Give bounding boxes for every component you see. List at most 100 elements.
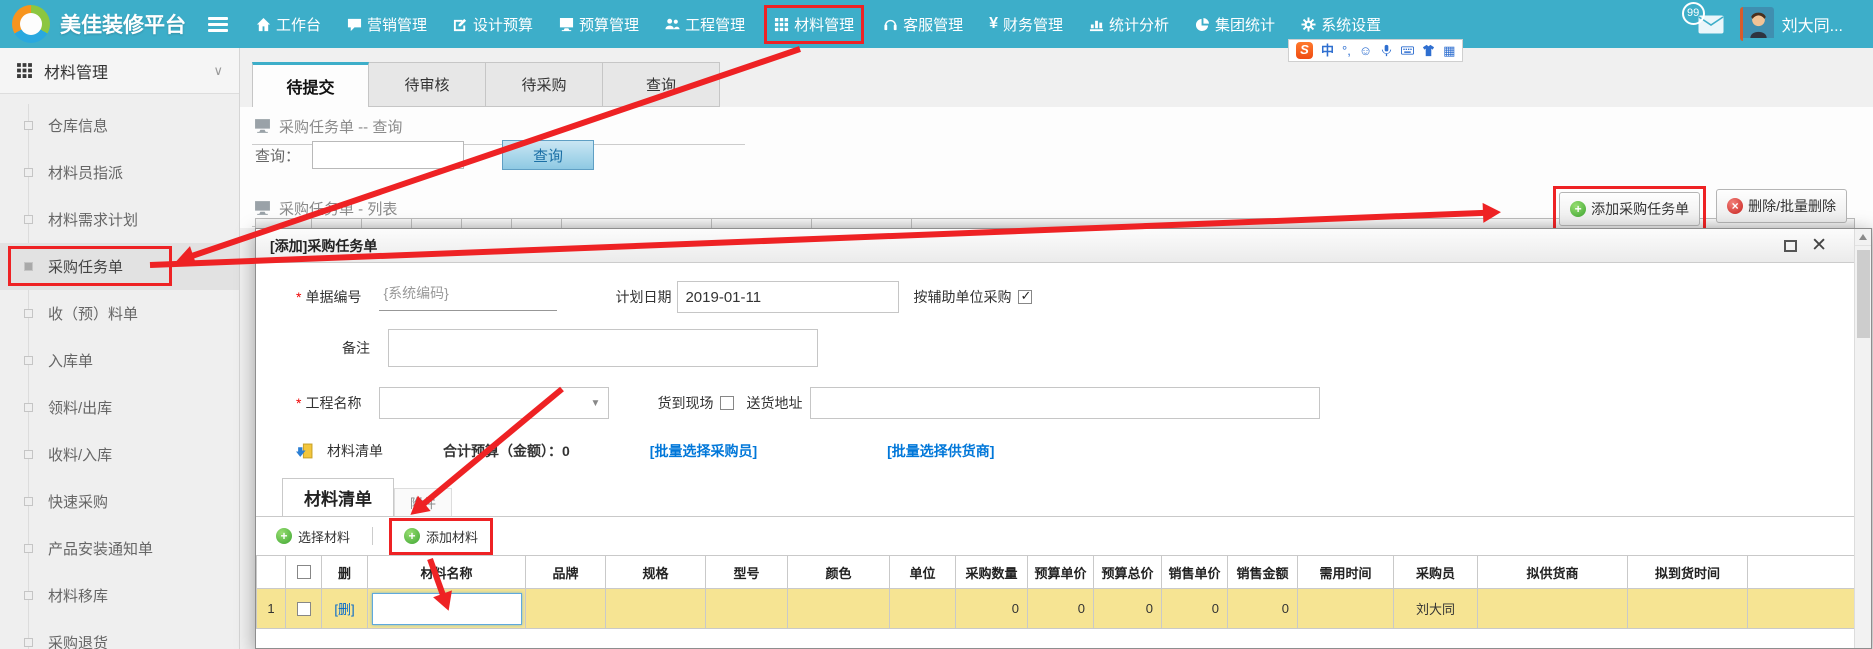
nav-item-budget-management[interactable]: 预算管理 <box>559 14 639 35</box>
aux-purchase-checkbox[interactable] <box>1018 290 1032 304</box>
list-action-buttons: + 添加采购任务单 × 删除/批量删除 <box>1553 186 1847 232</box>
tab-pending-review[interactable]: 待审核 <box>369 62 486 107</box>
row-checkbox[interactable] <box>297 602 311 616</box>
sidebar-item-warehouse-info[interactable]: 仓库信息 <box>0 102 239 149</box>
sidebar-item-product-install-notice[interactable]: 产品安装通知单 <box>0 525 239 572</box>
cell-select <box>286 589 322 629</box>
sidebar-item-material-staff-assign[interactable]: 材料员指派 <box>0 149 239 196</box>
query-input[interactable] <box>312 141 464 169</box>
cell-color <box>788 589 890 629</box>
arrive-site-checkbox[interactable] <box>720 396 734 410</box>
delivery-address-input[interactable] <box>810 387 1320 419</box>
nav-item-workbench[interactable]: 工作台 <box>256 14 321 35</box>
add-material-button[interactable]: + 添加材料 <box>398 523 484 550</box>
nav-item-customer-service[interactable]: 客服管理 <box>883 14 963 35</box>
total-budget-text: 合计预算（金额）：0 <box>443 441 570 461</box>
nav-label: 客服管理 <box>903 14 963 35</box>
sidebar-item-material-inbound[interactable]: 收料/入库 <box>0 431 239 478</box>
tab-pending-submit[interactable]: 待提交 <box>252 62 369 107</box>
query-button[interactable]: 查询 <box>502 140 594 170</box>
dialog-scrollbar[interactable] <box>1854 229 1871 648</box>
messages-button[interactable]: 99 <box>1698 15 1724 34</box>
order-no-label: 单据编号 <box>305 287 361 307</box>
batch-select-buyer-link[interactable]: [批量选择采购员] <box>650 441 757 461</box>
tab-label: 待采购 <box>521 74 566 95</box>
keyboard-icon[interactable] <box>1401 44 1414 57</box>
scrollbar-thumb[interactable] <box>1857 250 1870 338</box>
delete-row-link[interactable]: [删] <box>334 599 354 618</box>
sidebar-item-label: 材料移库 <box>48 585 108 606</box>
sidebar-item-purchase-task-order[interactable]: 采购任务单 <box>0 243 239 290</box>
remark-input[interactable] <box>388 329 818 367</box>
plan-date-input[interactable] <box>677 281 899 313</box>
nav-item-marketing[interactable]: 营销管理 <box>347 14 427 35</box>
project-select[interactable]: ▼ <box>379 387 609 419</box>
cell-brand <box>526 589 606 629</box>
ime-punctuation-icon[interactable]: °, <box>1342 44 1351 57</box>
add-purchase-task-button[interactable]: + 添加采购任务单 <box>1559 192 1700 226</box>
col-select-all <box>286 555 322 589</box>
maximize-icon[interactable] <box>1784 240 1797 252</box>
col-supplier: 拟供货商 <box>1478 555 1628 589</box>
tab-attachments[interactable]: 附件 <box>394 488 452 516</box>
button-label: 添加材料 <box>426 527 478 546</box>
nav-item-statistics[interactable]: 统计分析 <box>1089 14 1169 35</box>
scroll-up-icon[interactable] <box>1855 229 1871 246</box>
material-table: 删 材料名称 品牌 规格 型号 颜色 单位 采购数量 预算单价 预算总价 销售单… <box>256 555 1856 629</box>
dialog-title-bar[interactable]: [添加]采购任务单 ✕ <box>256 229 1871 263</box>
col-brand: 品牌 <box>526 555 606 589</box>
batch-select-supplier-link[interactable]: [批量选择供货商] <box>887 441 994 461</box>
cell-model <box>706 589 788 629</box>
material-list-icon <box>296 443 313 460</box>
emoji-icon[interactable]: ☺ <box>1359 44 1372 57</box>
shirt-icon[interactable] <box>1422 44 1435 57</box>
nav-label: 集团统计 <box>1215 14 1275 35</box>
nav-item-material-management[interactable]: 材料管理 <box>764 5 864 44</box>
cell-unit <box>890 589 956 629</box>
nav-label: 系统设置 <box>1321 14 1381 35</box>
sidebar-header-material-management[interactable]: 材料管理 ∨ <box>0 48 239 94</box>
nav-item-project-management[interactable]: 工程管理 <box>665 14 745 35</box>
batch-delete-button[interactable]: × 删除/批量删除 <box>1716 189 1847 223</box>
ime-panel-icon[interactable]: ▦ <box>1443 44 1455 57</box>
nav-item-system-settings[interactable]: 系统设置 <box>1301 14 1381 35</box>
sidebar-item-label: 领料/出库 <box>48 397 112 418</box>
material-name-input[interactable] <box>372 593 522 625</box>
users-icon <box>665 17 680 32</box>
cell-sale-amount: 0 <box>1228 589 1298 629</box>
sidebar-item-label: 快速采购 <box>48 491 108 512</box>
user-avatar <box>1740 7 1774 41</box>
sidebar-item-inbound-order[interactable]: 入库单 <box>0 337 239 384</box>
select-all-checkbox[interactable] <box>297 565 311 579</box>
col-purchase-qty: 采购数量 <box>956 555 1028 589</box>
sidebar-item-purchase-return[interactable]: 采购退货 <box>0 619 239 649</box>
close-icon[interactable]: ✕ <box>1811 236 1827 255</box>
sidebar-item-receive-pre-material[interactable]: 收（预）料单 <box>0 290 239 337</box>
nav-item-design-budget[interactable]: 设计预算 <box>453 14 533 35</box>
chevron-down-icon[interactable]: ∨ <box>213 63 223 79</box>
plus-circle-icon: + <box>1570 201 1586 217</box>
sidebar-item-quick-purchase[interactable]: 快速采购 <box>0 478 239 525</box>
microphone-icon[interactable] <box>1380 44 1393 57</box>
ime-language-toggle[interactable]: 中 <box>1321 44 1334 57</box>
nav-label: 材料管理 <box>794 14 854 35</box>
col-filler <box>1748 555 1856 589</box>
tab-material-list[interactable]: 材料清单 <box>282 478 394 516</box>
nav-item-group-statistics[interactable]: 集团统计 <box>1195 14 1275 35</box>
sidebar-item-label: 材料员指派 <box>48 162 123 183</box>
select-material-button[interactable]: + 选择材料 <box>270 523 356 550</box>
top-nav-bar: 美佳装修平台 工作台 营销管理 设计预算 预算管理 工程管理 <box>0 0 1873 48</box>
sidebar-item-material-demand-plan[interactable]: 材料需求计划 <box>0 196 239 243</box>
order-no-field[interactable]: {系统编码} <box>379 283 557 311</box>
tab-pending-purchase[interactable]: 待采购 <box>486 62 603 107</box>
cell-filler <box>1748 589 1856 629</box>
button-label: 添加采购任务单 <box>1591 199 1689 219</box>
sogou-ime-icon[interactable]: S <box>1296 42 1313 59</box>
delivery-address-label: 送货地址 <box>746 393 802 413</box>
hamburger-menu-icon[interactable] <box>208 17 228 32</box>
sidebar-item-material-transfer[interactable]: 材料移库 <box>0 572 239 619</box>
user-menu[interactable]: 刘大同... <box>1740 7 1843 41</box>
nav-item-finance[interactable]: ¥ 财务管理 <box>989 14 1063 35</box>
sidebar-item-material-outbound[interactable]: 领料/出库 <box>0 384 239 431</box>
tab-query[interactable]: 查询 <box>603 62 720 107</box>
